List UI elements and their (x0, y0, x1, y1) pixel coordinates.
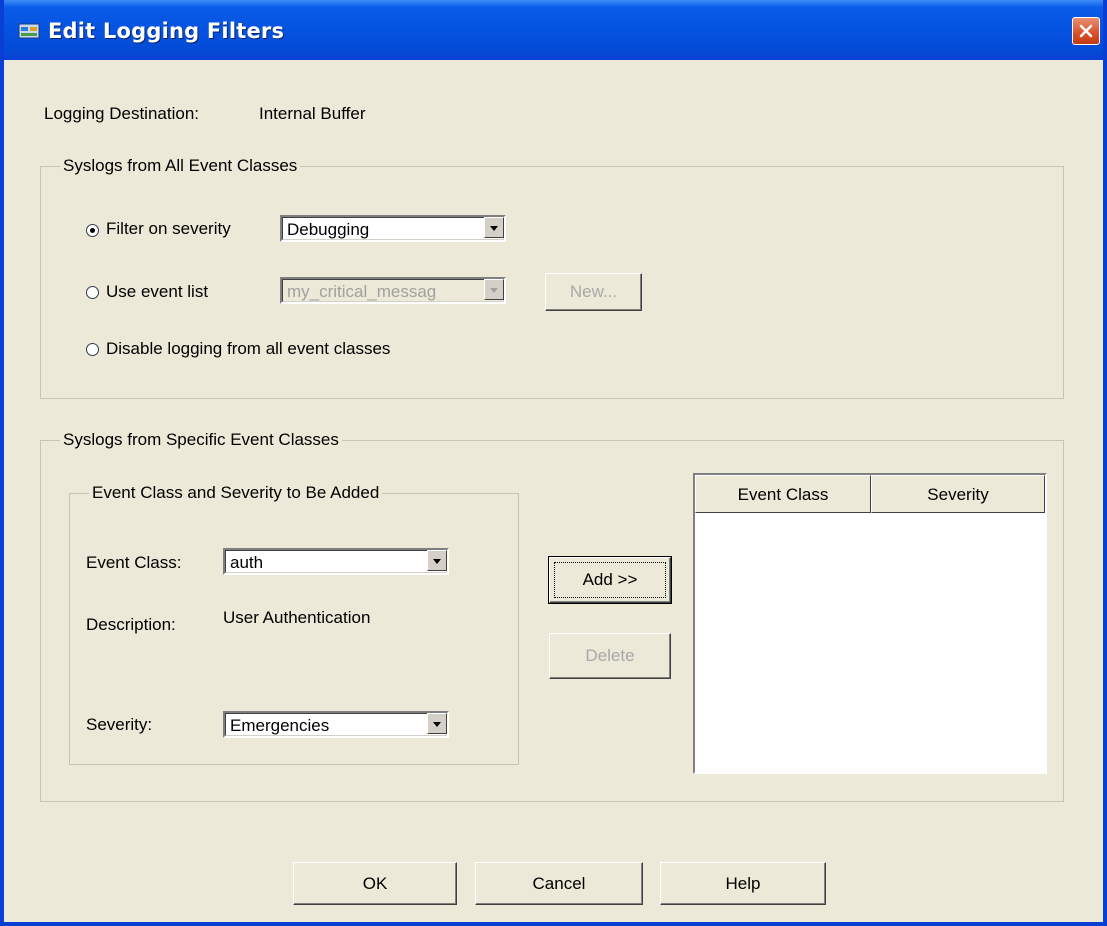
delete-button-label: Delete (585, 646, 635, 665)
ok-button[interactable]: OK (293, 862, 457, 905)
severity-label: Severity: (86, 715, 153, 734)
event-list-value: my_critical_messag (287, 282, 437, 301)
event-class-select[interactable]: auth (223, 548, 449, 575)
event-class-table[interactable]: Event Class Severity (693, 473, 1047, 774)
add-event-class-title: Event Class and Severity to Be Added (89, 483, 383, 503)
description-label: Description: (86, 615, 176, 634)
event-class-value: auth (230, 553, 264, 572)
chevron-down-icon[interactable] (427, 550, 447, 571)
event-list-select[interactable]: my_critical_messag (280, 277, 506, 304)
logging-destination-label: Logging Destination: (44, 104, 200, 123)
severity-value: Emergencies (230, 716, 330, 735)
disable-logging-label[interactable]: Disable logging from all event classes (106, 339, 390, 359)
specific-event-classes-title: Syslogs from Specific Event Classes (60, 430, 342, 450)
new-button-label: New... (569, 282, 618, 301)
title-bar[interactable]: Edit Logging Filters (4, 0, 1103, 60)
chevron-down-icon[interactable] (427, 713, 447, 734)
add-button-label: Add >> (582, 570, 638, 589)
severity-select[interactable]: Emergencies (223, 711, 449, 738)
chevron-down-icon[interactable] (484, 279, 504, 300)
cancel-button[interactable]: Cancel (475, 862, 643, 905)
disable-logging-radio[interactable] (86, 343, 99, 356)
column-header-label: Event Class (737, 485, 829, 504)
event-class-label: Event Class: (86, 553, 182, 572)
close-button[interactable] (1072, 17, 1100, 45)
help-button[interactable]: Help (660, 862, 826, 905)
description-value: User Authentication (223, 608, 371, 627)
add-button[interactable]: Add >> (548, 556, 672, 604)
severity-filter-select[interactable]: Debugging (280, 215, 506, 242)
filter-severity-label[interactable]: Filter on severity (106, 219, 231, 239)
filter-severity-radio[interactable] (86, 224, 99, 237)
app-icon (18, 23, 40, 39)
dialog-window: Edit Logging Filters Logging Destination… (0, 0, 1107, 926)
column-header-event-class[interactable]: Event Class (695, 475, 871, 513)
new-button[interactable]: New... (545, 273, 642, 311)
logging-destination-value: Internal Buffer (259, 104, 366, 123)
ok-button-label: OK (362, 873, 388, 893)
event-list-label[interactable]: Use event list (106, 282, 208, 302)
window-title: Edit Logging Filters (48, 19, 285, 43)
all-event-classes-title: Syslogs from All Event Classes (60, 156, 301, 176)
event-list-radio[interactable] (86, 286, 99, 299)
close-icon (1079, 24, 1093, 38)
severity-filter-value: Debugging (287, 220, 370, 239)
delete-button[interactable]: Delete (549, 633, 671, 679)
column-header-label: Severity (927, 485, 989, 504)
help-button-label: Help (725, 873, 761, 893)
chevron-down-icon[interactable] (484, 217, 504, 238)
cancel-button-label: Cancel (532, 873, 586, 893)
column-header-severity[interactable]: Severity (871, 475, 1045, 513)
